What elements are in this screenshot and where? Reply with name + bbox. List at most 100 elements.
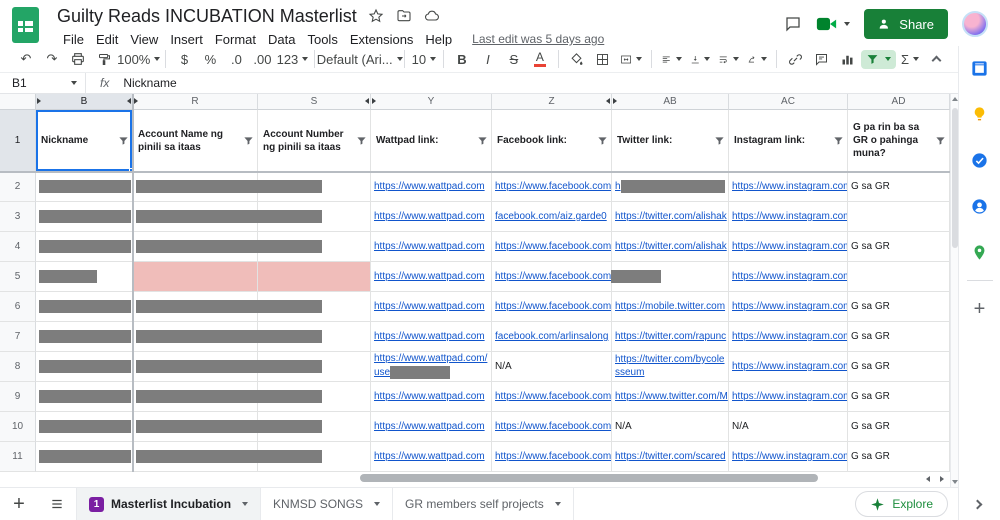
cell-Y11[interactable]: https://www.wattpad.com bbox=[371, 442, 492, 472]
comment-history-icon[interactable] bbox=[784, 15, 802, 33]
cell-Z3[interactable]: facebook.com/aiz.garde0 bbox=[492, 202, 612, 232]
cell-B4[interactable] bbox=[36, 232, 133, 262]
cell-link[interactable]: https://www.instagram.com bbox=[732, 391, 847, 402]
cell-Z10[interactable]: https://www.facebook.com bbox=[492, 412, 612, 442]
cell-link[interactable]: https://www.wattpad.com bbox=[374, 421, 485, 432]
meet-icon[interactable] bbox=[816, 16, 851, 32]
cell-Z4[interactable]: https://www.facebook.com bbox=[492, 232, 612, 262]
cell-R8[interactable] bbox=[133, 352, 322, 382]
cell-AB10[interactable]: N/A bbox=[612, 412, 729, 442]
header-cell-R1[interactable]: Account Name ng pinili sa itaas bbox=[133, 110, 258, 172]
cell-AB4[interactable]: https://twitter.com/alishak bbox=[612, 232, 729, 262]
account-avatar[interactable] bbox=[962, 11, 988, 37]
cell-link[interactable]: https://www.facebook.com bbox=[495, 391, 611, 402]
horizontal-align-button[interactable] bbox=[658, 47, 685, 71]
hide-panel-icon[interactable] bbox=[972, 499, 983, 510]
cell-AB11[interactable]: https://twitter.com/scared bbox=[612, 442, 729, 472]
cell-B5[interactable] bbox=[36, 262, 133, 292]
keep-icon[interactable] bbox=[970, 104, 990, 124]
cell-AC10[interactable]: N/A bbox=[729, 412, 848, 442]
header-cell-S1[interactable]: Account Number ng pinili sa itaas bbox=[258, 110, 371, 172]
fill-color-button[interactable] bbox=[565, 47, 589, 71]
cell-link[interactable]: https://www.wattpad.com bbox=[374, 241, 485, 252]
scroll-right-icon[interactable] bbox=[940, 476, 944, 482]
cell-link[interactable]: https://www.wattpad.com bbox=[374, 451, 485, 462]
cell-AB8[interactable]: https://twitter.com/bycolesseum bbox=[612, 352, 729, 382]
column-filter-button[interactable] bbox=[477, 135, 488, 146]
cell-Y10[interactable]: https://www.wattpad.com bbox=[371, 412, 492, 442]
row-header-4[interactable]: 4 bbox=[0, 232, 36, 262]
more-formats-button[interactable]: 123 bbox=[276, 47, 309, 71]
font-size-select[interactable]: 10 bbox=[411, 47, 437, 71]
cell-link[interactable]: https://twitter.com/scared bbox=[615, 451, 726, 462]
hidden-columns-expand-icon[interactable] bbox=[134, 98, 138, 104]
row-header-6[interactable]: 6 bbox=[0, 292, 36, 322]
cell-Y4[interactable]: https://www.wattpad.com bbox=[371, 232, 492, 262]
undo-button[interactable]: ↶ bbox=[14, 47, 38, 71]
paint-format-button[interactable] bbox=[92, 47, 116, 71]
share-button[interactable]: Share bbox=[864, 9, 948, 39]
cell-B7[interactable] bbox=[36, 322, 133, 352]
cell-B6[interactable] bbox=[36, 292, 133, 322]
cell-R2[interactable] bbox=[133, 172, 322, 202]
column-filter-button[interactable] bbox=[597, 135, 608, 146]
cell-link[interactable]: https://www.instagram.com bbox=[732, 361, 847, 372]
font-select[interactable]: Default (Ari... bbox=[317, 47, 403, 71]
cell-Y6[interactable]: https://www.wattpad.com bbox=[371, 292, 492, 322]
cell-link[interactable]: https://twitter.com/rapunc bbox=[615, 331, 726, 342]
sheet-tab-masterlist-incubation[interactable]: 1 Masterlist Incubation bbox=[76, 488, 262, 520]
cell-R5[interactable] bbox=[133, 262, 258, 292]
cell-AB6[interactable]: https://mobile.twitter.com bbox=[612, 292, 729, 322]
cell-Z5[interactable]: https://www.facebook.com bbox=[492, 262, 662, 292]
cell-AD11[interactable]: G sa GR bbox=[848, 442, 950, 472]
cell-AC8[interactable]: https://www.instagram.com bbox=[729, 352, 848, 382]
explore-button[interactable]: Explore bbox=[855, 491, 948, 517]
sheet-tab-gr-members-self-projects[interactable]: GR members self projects bbox=[393, 488, 574, 520]
cell-Y2[interactable]: https://www.wattpad.com bbox=[371, 172, 492, 202]
cell-AD2[interactable]: G sa GR bbox=[848, 172, 950, 202]
formula-input[interactable]: Nickname bbox=[123, 76, 176, 90]
cell-AC5[interactable]: https://www.instagram.com bbox=[729, 262, 848, 292]
cell-link[interactable]: https://twitter.com/bycolesseum bbox=[615, 354, 725, 378]
cell-link[interactable]: https://www.instagram.com bbox=[732, 331, 847, 342]
cell-AD9[interactable]: G sa GR bbox=[848, 382, 950, 412]
cell-link[interactable]: https://www.wattpad.com bbox=[374, 211, 485, 222]
cell-Z7[interactable]: facebook.com/arlinsalong bbox=[492, 322, 612, 352]
row-header-5[interactable]: 5 bbox=[0, 262, 36, 292]
hidden-columns-expand-icon[interactable] bbox=[613, 98, 617, 104]
sheets-logo-icon[interactable] bbox=[12, 7, 39, 43]
cell-link[interactable]: https://www.wattpad.com bbox=[374, 331, 485, 342]
document-title[interactable]: Guilty Reads INCUBATION Masterlist bbox=[57, 6, 357, 27]
maps-icon[interactable] bbox=[970, 242, 990, 262]
add-sheet-button[interactable]: + bbox=[0, 488, 38, 520]
row-header-1[interactable]: 1 bbox=[0, 110, 36, 172]
row-header-3[interactable]: 3 bbox=[0, 202, 36, 232]
header-cell-Z1[interactable]: Facebook link: bbox=[492, 110, 612, 172]
cell-Y8[interactable]: https://www.wattpad.com/use bbox=[371, 352, 492, 382]
cell-link[interactable]: facebook.com/aiz.garde0 bbox=[495, 211, 607, 222]
cell-R7[interactable] bbox=[133, 322, 322, 352]
cell-AB7[interactable]: https://twitter.com/rapunc bbox=[612, 322, 729, 352]
column-header-Y[interactable]: Y bbox=[371, 94, 492, 110]
cell-B9[interactable] bbox=[36, 382, 133, 412]
cell-AB3[interactable]: https://twitter.com/alishak bbox=[612, 202, 729, 232]
cell-link[interactable]: https://mobile.twitter.com bbox=[615, 301, 725, 312]
header-cell-B1[interactable]: Nickname bbox=[36, 110, 133, 172]
cell-Y7[interactable]: https://www.wattpad.com bbox=[371, 322, 492, 352]
cell-R10[interactable] bbox=[133, 412, 322, 442]
row-header-9[interactable]: 9 bbox=[0, 382, 36, 412]
sheet-tab-knmsd-songs[interactable]: KNMSD SONGS bbox=[261, 488, 394, 520]
cell-S5[interactable] bbox=[258, 262, 371, 292]
last-edit-link[interactable]: Last edit was 5 days ago bbox=[472, 32, 604, 46]
column-filter-button[interactable] bbox=[935, 135, 946, 146]
cell-link[interactable]: https://www.instagram.com bbox=[732, 301, 847, 312]
cell-Z2[interactable]: https://www.facebook.com bbox=[492, 172, 612, 202]
contacts-icon[interactable] bbox=[970, 196, 990, 216]
merge-cells-button[interactable] bbox=[617, 47, 645, 71]
column-header-AD[interactable]: AD bbox=[848, 94, 950, 110]
all-sheets-button[interactable] bbox=[38, 488, 76, 520]
cell-B2[interactable] bbox=[36, 172, 133, 202]
decrease-decimals-button[interactable]: .0 bbox=[224, 47, 248, 71]
sheet-tab-caret-icon[interactable] bbox=[374, 502, 381, 506]
cell-R6[interactable] bbox=[133, 292, 322, 322]
